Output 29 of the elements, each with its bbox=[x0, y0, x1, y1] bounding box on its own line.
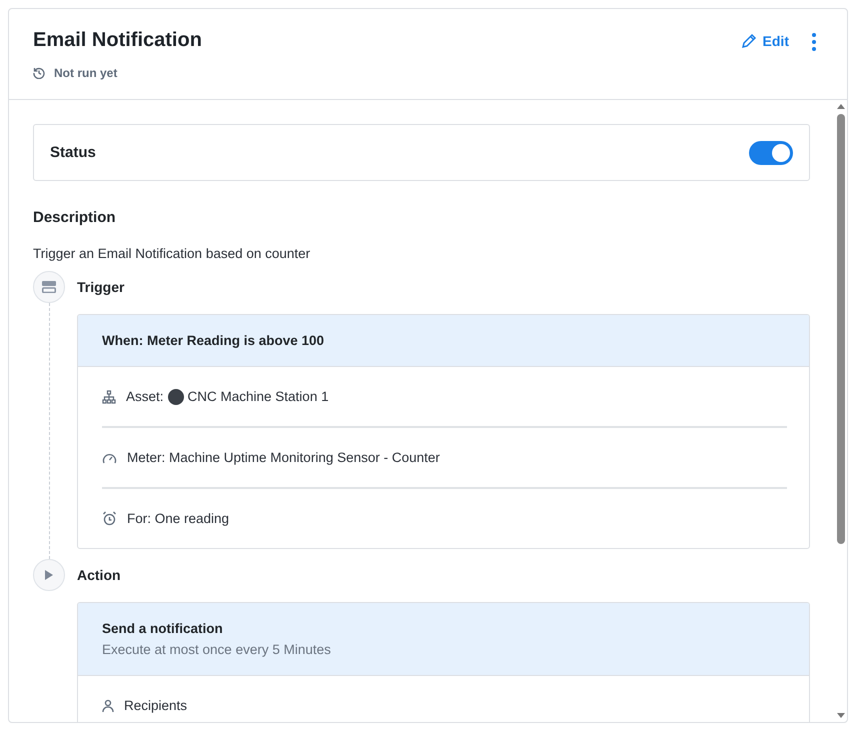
scrollbar-thumb[interactable] bbox=[837, 114, 845, 544]
meter-text: Meter: Machine Uptime Monitoring Sensor - Counter bbox=[127, 450, 440, 465]
play-icon bbox=[45, 570, 53, 580]
scroll-down-icon[interactable] bbox=[837, 713, 845, 718]
step-label: Trigger bbox=[77, 278, 126, 297]
edit-button[interactable]: Edit bbox=[740, 33, 789, 49]
pencil-icon bbox=[740, 33, 757, 49]
more-options-button[interactable] bbox=[809, 33, 819, 51]
duration-text: For: One reading bbox=[127, 511, 230, 526]
step-card-subtitle: Execute at most once every 5 Minutes bbox=[102, 642, 332, 657]
person-icon bbox=[102, 698, 114, 712]
description-text: Trigger an Email Notification based on counter bbox=[33, 246, 312, 261]
status-label: Status bbox=[50, 144, 96, 161]
step-card-title: Send a notification bbox=[102, 621, 224, 636]
status-toggle[interactable] bbox=[749, 140, 793, 164]
asset-photo-placeholder bbox=[168, 388, 184, 404]
scroll-up-icon[interactable] bbox=[837, 104, 845, 109]
history-icon bbox=[33, 67, 45, 79]
asset-name: CNC Machine Station 1 bbox=[188, 389, 329, 404]
panel-icon bbox=[42, 281, 56, 293]
alarm-clock-icon bbox=[102, 511, 117, 526]
step-card-title: When: Meter Reading is above 100 bbox=[102, 333, 326, 348]
description-heading: Description bbox=[33, 209, 117, 226]
last-run-text: Not run yet bbox=[54, 66, 118, 80]
page-title: Email Notification bbox=[33, 29, 202, 52]
asset-label: Asset: bbox=[126, 389, 164, 404]
recipients-text: Recipients bbox=[124, 698, 188, 713]
step-label: Action bbox=[77, 566, 122, 585]
hierarchy-icon bbox=[102, 390, 116, 404]
